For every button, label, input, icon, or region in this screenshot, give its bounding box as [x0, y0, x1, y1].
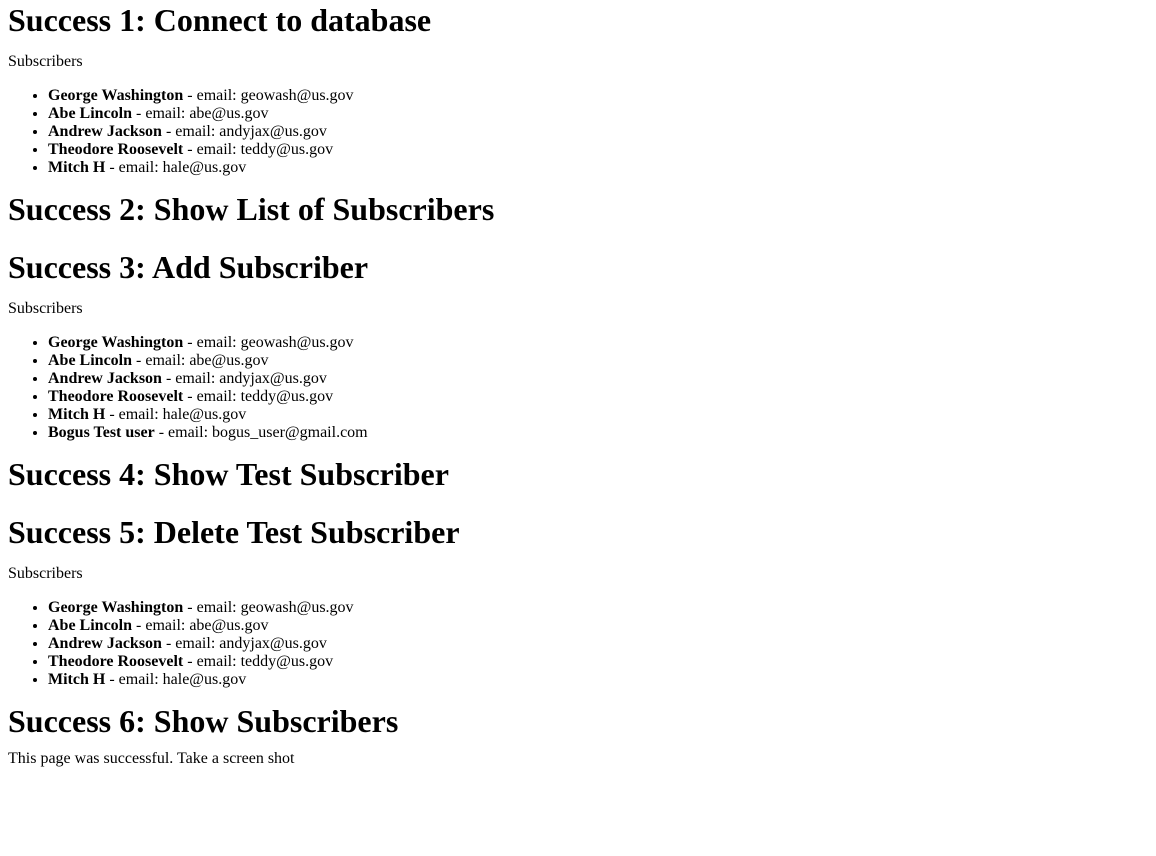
subscriber-item: Theodore Roosevelt - email: teddy@us.gov — [48, 388, 1148, 406]
subscriber-item: George Washington - email: geowash@us.go… — [48, 334, 1148, 352]
subscribers-label-2: Subscribers — [8, 300, 83, 317]
subscriber-name: Abe Lincoln — [48, 105, 133, 122]
subscriber-item: Mitch H - email: hale@us.gov — [48, 159, 1148, 177]
subscriber-email: teddy@us.gov — [240, 653, 334, 670]
subscriber-list-2: George Washington - email: geowash@us.go… — [8, 334, 1148, 442]
subscriber-item: Abe Lincoln - email: abe@us.gov — [48, 617, 1148, 635]
email-separator: - email: — [183, 388, 241, 405]
section-heading-3: Success 3: Add Subscriber — [8, 249, 369, 285]
subscriber-item: Andrew Jackson - email: andyjax@us.gov — [48, 370, 1148, 388]
subscriber-list-1: George Washington - email: geowash@us.go… — [8, 87, 1148, 177]
subscribers-label-1: Subscribers — [8, 53, 83, 70]
subscriber-name: George Washington — [48, 599, 184, 616]
page: Success 1: Connect to database Subscribe… — [0, 0, 1156, 768]
subscriber-email: andyjax@us.gov — [219, 635, 327, 652]
subscriber-item: Abe Lincoln - email: abe@us.gov — [48, 352, 1148, 370]
email-separator: - email: — [105, 671, 163, 688]
subscriber-email: teddy@us.gov — [240, 141, 334, 158]
subscriber-email: abe@us.gov — [189, 617, 269, 634]
subscriber-item: Theodore Roosevelt - email: teddy@us.gov — [48, 141, 1148, 159]
email-separator: - email: — [183, 653, 241, 670]
email-separator: - email: — [132, 105, 190, 122]
email-separator: - email: — [161, 370, 220, 387]
subscriber-email: abe@us.gov — [189, 105, 269, 122]
subscriber-item: Andrew Jackson - email: andyjax@us.gov — [48, 635, 1148, 653]
section-heading-6: Success 6: Show Subscribers — [8, 703, 399, 739]
subscriber-name: George Washington — [48, 87, 184, 104]
subscriber-name: Theodore Roosevelt — [48, 141, 184, 158]
subscriber-item: Bogus Test user - email: bogus_user@gmai… — [48, 424, 1148, 442]
email-separator: - email: — [132, 617, 190, 634]
subscriber-item: Abe Lincoln - email: abe@us.gov — [48, 105, 1148, 123]
section-heading-5: Success 5: Delete Test Subscriber — [8, 514, 460, 550]
subscriber-name: Mitch H — [48, 159, 106, 176]
subscriber-email: andyjax@us.gov — [219, 370, 327, 387]
subscriber-email: andyjax@us.gov — [219, 123, 327, 140]
email-separator: - email: — [161, 123, 220, 140]
subscriber-name: Abe Lincoln — [48, 352, 133, 369]
subscriber-email: hale@us.gov — [162, 159, 247, 176]
subscriber-name: Mitch H — [48, 406, 106, 423]
email-separator: - email: — [183, 87, 241, 104]
subscriber-email: abe@us.gov — [189, 352, 269, 369]
email-separator: - email: — [161, 635, 220, 652]
subscriber-name: Bogus Test user — [48, 424, 155, 441]
subscriber-name: George Washington — [48, 334, 184, 351]
email-separator: - email: — [154, 424, 213, 441]
subscriber-item: Mitch H - email: hale@us.gov — [48, 671, 1148, 689]
subscriber-email: geowash@us.gov — [240, 87, 354, 104]
subscriber-item: Andrew Jackson - email: andyjax@us.gov — [48, 123, 1148, 141]
email-separator: - email: — [105, 406, 163, 423]
subscribers-label-3: Subscribers — [8, 565, 83, 582]
subscriber-name: Andrew Jackson — [48, 635, 162, 652]
subscriber-email: hale@us.gov — [162, 406, 247, 423]
subscriber-name: Theodore Roosevelt — [48, 653, 184, 670]
subscriber-name: Mitch H — [48, 671, 106, 688]
subscriber-item: Mitch H - email: hale@us.gov — [48, 406, 1148, 424]
subscriber-email: geowash@us.gov — [240, 334, 354, 351]
subscriber-name: Theodore Roosevelt — [48, 388, 184, 405]
email-separator: - email: — [183, 334, 241, 351]
subscriber-email: teddy@us.gov — [240, 388, 334, 405]
section-heading-1: Success 1: Connect to database — [8, 2, 432, 38]
subscriber-name: Abe Lincoln — [48, 617, 133, 634]
subscriber-email: hale@us.gov — [162, 671, 247, 688]
subscriber-name: Andrew Jackson — [48, 123, 162, 140]
success-message: This page was successful. Take a screen … — [8, 750, 295, 767]
subscriber-email: geowash@us.gov — [240, 599, 354, 616]
email-separator: - email: — [132, 352, 190, 369]
subscriber-name: Andrew Jackson — [48, 370, 162, 387]
subscriber-item: Theodore Roosevelt - email: teddy@us.gov — [48, 653, 1148, 671]
email-separator: - email: — [105, 159, 163, 176]
section-heading-4: Success 4: Show Test Subscriber — [8, 456, 449, 492]
section-heading-2: Success 2: Show List of Subscribers — [8, 191, 495, 227]
subscriber-item: George Washington - email: geowash@us.go… — [48, 87, 1148, 105]
subscriber-email: bogus_user@gmail.com — [212, 424, 368, 441]
subscriber-item: George Washington - email: geowash@us.go… — [48, 599, 1148, 617]
subscriber-list-3: George Washington - email: geowash@us.go… — [8, 599, 1148, 689]
email-separator: - email: — [183, 599, 241, 616]
email-separator: - email: — [183, 141, 241, 158]
